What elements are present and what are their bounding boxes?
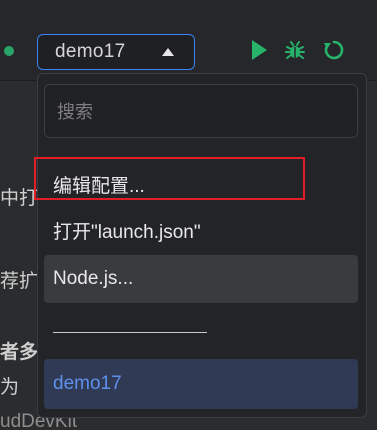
menu-item-label: Node.js... (53, 268, 134, 289)
debug-toolbar: demo17 (0, 0, 377, 80)
restart-icon[interactable] (322, 38, 346, 62)
background-text: 为 (0, 377, 20, 398)
play-icon[interactable] (252, 40, 267, 60)
background-text: 荐扩 (0, 271, 39, 292)
menu-item-label: demo17 (53, 373, 122, 394)
explorer-icon (4, 46, 14, 56)
background-text: 中打 (0, 188, 39, 209)
debug-config-dropdown: 搜索 编辑配置... 打开"launch.json" Node.js... de… (34, 73, 367, 418)
menu-separator (53, 332, 207, 333)
menu-item-label: 打开"launch.json" (53, 221, 201, 243)
search-placeholder: 搜索 (57, 102, 93, 122)
menu-item-demo17[interactable]: demo17 (44, 359, 358, 409)
menu-item-label: 编辑配置... (53, 175, 145, 197)
bug-icon[interactable] (283, 38, 307, 62)
background-text: 者多 (0, 342, 39, 363)
config-select-label: demo17 (55, 41, 126, 62)
menu-item-nodejs[interactable]: Node.js... (44, 255, 358, 303)
debug-config-select[interactable]: demo17 (37, 34, 195, 70)
chevron-up-icon (162, 48, 174, 56)
search-input[interactable]: 搜索 (44, 84, 358, 138)
menu-item-open-launch-json[interactable]: 打开"launch.json" (44, 206, 358, 254)
debug-config-screen: demo17 中打 荐扩 者多 为 udDevKit 搜索 编辑配置... 打开… (0, 0, 377, 430)
menu-item-edit-config[interactable]: 编辑配置... (34, 157, 358, 208)
